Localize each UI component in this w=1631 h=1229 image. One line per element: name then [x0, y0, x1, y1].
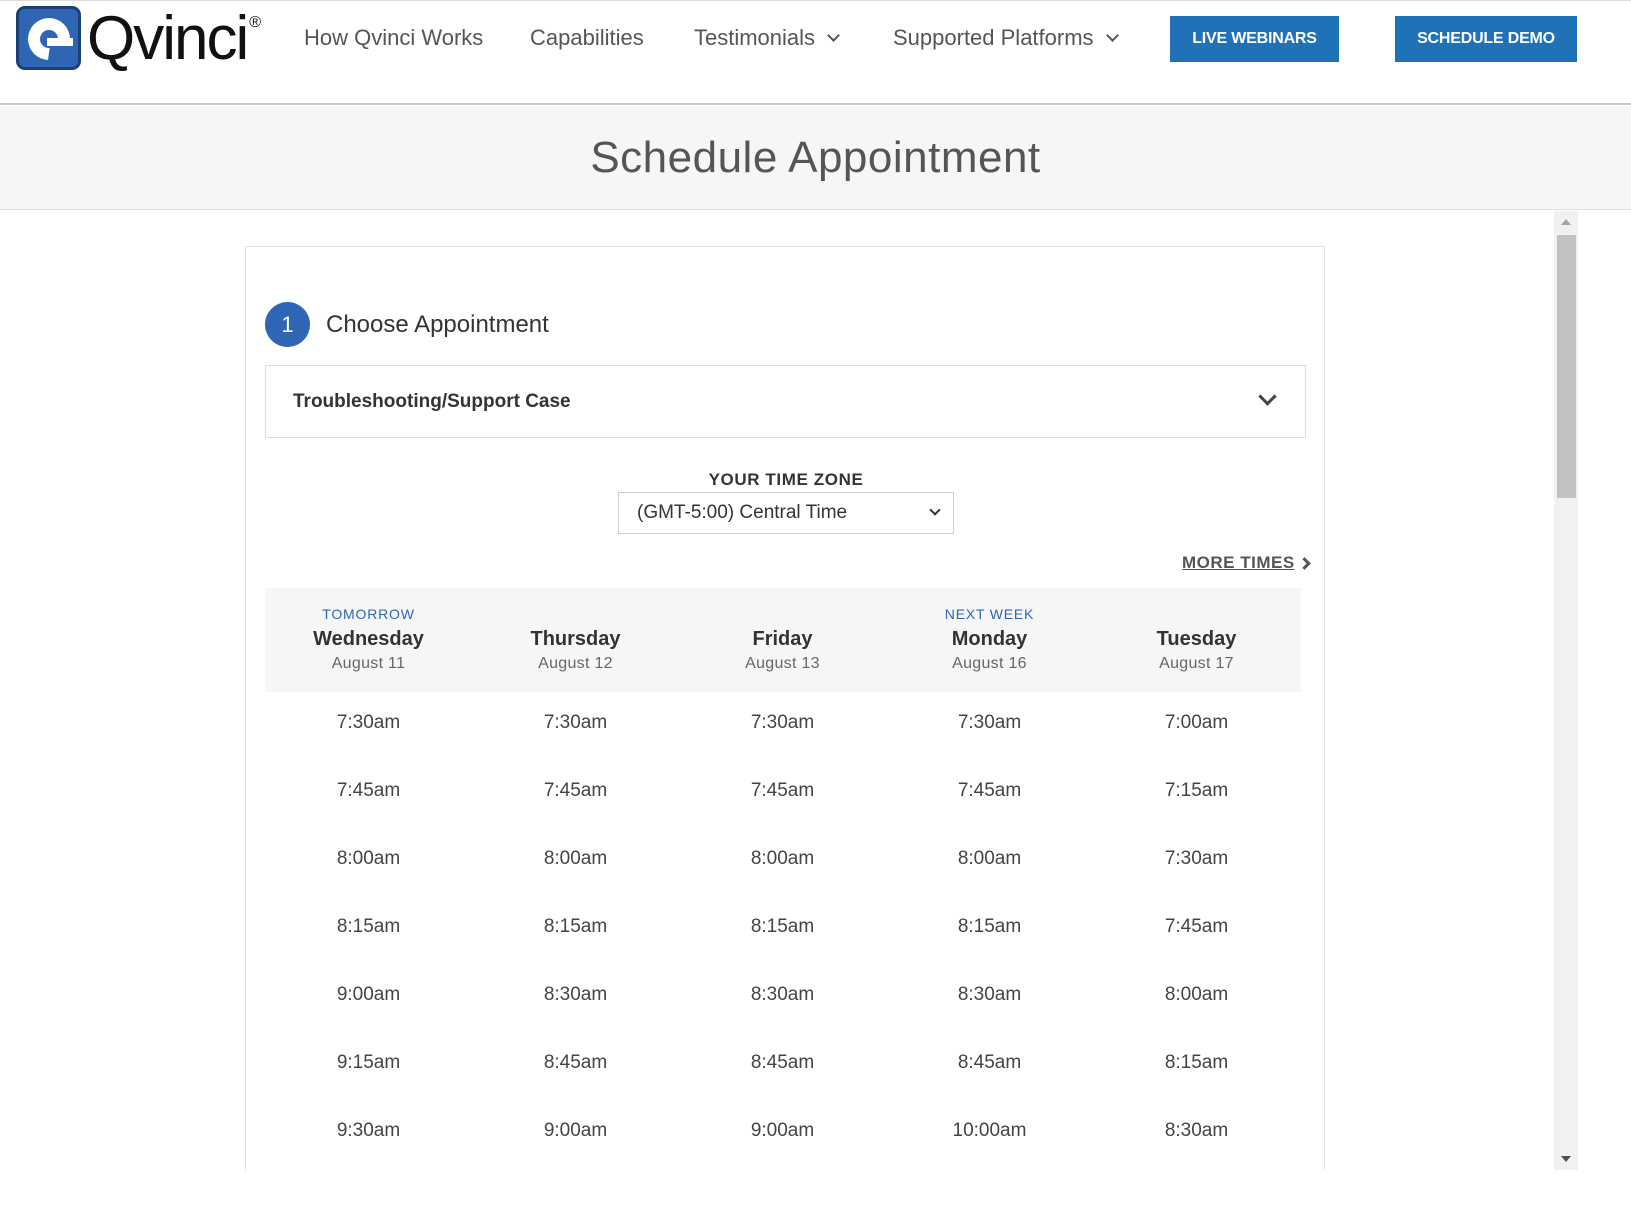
day-name: Wednesday: [313, 628, 424, 650]
time-slot-button[interactable]: 7:30am: [1093, 848, 1300, 870]
time-slot-button[interactable]: 7:45am: [679, 780, 886, 802]
time-slot-button[interactable]: 8:30am: [1093, 1120, 1300, 1142]
time-slot-button[interactable]: 8:30am: [472, 984, 679, 1006]
step-header: 1 Choose Appointment: [265, 302, 549, 347]
step-label: Choose Appointment: [326, 310, 549, 338]
nav-label: How Qvinci Works: [304, 25, 484, 50]
day-date: August 17: [1159, 655, 1234, 672]
chevron-down-icon: [929, 504, 941, 516]
day-tag: NEXT WEEK: [944, 606, 1035, 622]
scroll-down-arrow-icon[interactable]: [1561, 1156, 1571, 1162]
more-times-link[interactable]: MORE TIMES: [1182, 553, 1311, 573]
nav-label: Capabilities: [530, 25, 644, 50]
day-column-header: TOMORROW Wednesday August 11: [265, 588, 472, 673]
nav-supported-platforms[interactable]: Supported Platforms: [893, 25, 1119, 51]
time-slot-button[interactable]: 7:45am: [886, 780, 1093, 802]
nav-testimonials[interactable]: Testimonials: [694, 25, 840, 51]
time-slot-button[interactable]: 9:00am: [679, 1120, 886, 1142]
scrollbar[interactable]: [1554, 211, 1578, 1170]
timezone-select[interactable]: (GMT-5:00) Central Time: [618, 492, 954, 534]
time-slot-button[interactable]: 8:00am: [679, 848, 886, 870]
chevron-right-icon: [1297, 556, 1311, 570]
time-slot-button[interactable]: 8:45am: [679, 1052, 886, 1074]
time-slot-button[interactable]: 8:45am: [886, 1052, 1093, 1074]
time-slot-button[interactable]: 7:30am: [886, 712, 1093, 734]
day-tag: [679, 606, 886, 626]
time-slot-button[interactable]: 8:00am: [1093, 984, 1300, 1006]
time-slot-button[interactable]: 8:45am: [472, 1052, 679, 1074]
day-name: Monday: [951, 628, 1028, 650]
timezone-value: (GMT-5:00) Central Time: [637, 502, 848, 523]
registered-mark: ®: [249, 14, 262, 31]
timezone-label: YOUR TIME ZONE: [708, 470, 864, 489]
chevron-down-icon: [827, 28, 840, 42]
time-slot-button[interactable]: 8:00am: [472, 848, 679, 870]
day-tag: [472, 606, 679, 626]
live-webinars-button[interactable]: LIVE WEBINARS: [1170, 16, 1339, 62]
day-tag: TOMORROW: [322, 606, 415, 622]
nav-capabilities[interactable]: Capabilities: [530, 25, 644, 51]
qvinci-logo-icon: [16, 6, 81, 70]
day-column-header: Tuesday August 17: [1093, 588, 1300, 673]
nav-how-qvinci-works[interactable]: How Qvinci Works: [304, 25, 483, 51]
nav-label: Testimonials: [694, 25, 816, 50]
page-title: Schedule Appointment: [590, 132, 1041, 182]
scroll-thumb[interactable]: [1557, 235, 1576, 498]
day-name: Friday: [752, 628, 813, 650]
day-date: August 12: [538, 655, 613, 672]
time-slot-button[interactable]: 7:30am: [265, 712, 472, 734]
time-slot-button[interactable]: 7:45am: [265, 780, 472, 802]
day-name: Tuesday: [1156, 628, 1237, 650]
time-slot-button[interactable]: 7:00am: [1093, 712, 1300, 734]
appointment-card: 1 Choose Appointment Troubleshooting/Sup…: [245, 246, 1325, 1170]
day-date: August 11: [331, 655, 406, 672]
day-name: Thursday: [530, 628, 621, 650]
time-slot-button[interactable]: 9:00am: [265, 984, 472, 1006]
schedule-demo-button[interactable]: SCHEDULE DEMO: [1395, 16, 1577, 62]
time-slot-button[interactable]: 8:15am: [472, 916, 679, 938]
site-header: Qvinci ® How Qvinci Works Capabilities T…: [0, 0, 1631, 105]
time-slot-button[interactable]: 7:45am: [472, 780, 679, 802]
time-slot-button[interactable]: 8:15am: [679, 916, 886, 938]
day-date: August 16: [952, 655, 1027, 672]
time-slot-button[interactable]: 10:00am: [886, 1120, 1093, 1142]
appointment-type-select[interactable]: Troubleshooting/Support Case: [265, 365, 1306, 438]
day-column-header: Thursday August 12: [472, 588, 679, 673]
day-header-row: TOMORROW Wednesday August 11 Thursday Au…: [265, 588, 1301, 692]
day-column-header: NEXT WEEK Monday August 16: [886, 588, 1093, 673]
time-slot-button[interactable]: 9:30am: [265, 1120, 472, 1142]
logo-wordmark: Qvinci: [87, 4, 249, 73]
time-slot-button[interactable]: 9:00am: [472, 1120, 679, 1142]
step-number-badge: 1: [265, 302, 310, 347]
time-slot-button[interactable]: 7:30am: [679, 712, 886, 734]
scroll-up-arrow-icon[interactable]: [1561, 219, 1571, 225]
time-slot-button[interactable]: 8:15am: [1093, 1052, 1300, 1074]
chevron-down-icon: [1258, 387, 1277, 406]
time-slot-button[interactable]: 9:15am: [265, 1052, 472, 1074]
day-column-header: Friday August 13: [679, 588, 886, 673]
more-times-label: MORE TIMES: [1182, 553, 1295, 572]
qvinci-logo[interactable]: Qvinci ®: [16, 6, 261, 72]
time-slot-button[interactable]: 8:15am: [886, 916, 1093, 938]
day-date: August 13: [745, 655, 820, 672]
nav-label: Supported Platforms: [893, 25, 1094, 50]
time-slot-button[interactable]: 8:30am: [679, 984, 886, 1006]
chevron-down-icon: [1105, 28, 1119, 42]
time-slot-button[interactable]: 7:30am: [472, 712, 679, 734]
day-tag: [1093, 606, 1300, 626]
time-slot-button[interactable]: 8:30am: [886, 984, 1093, 1006]
page-title-band: Schedule Appointment: [0, 106, 1631, 210]
time-slot-button[interactable]: 8:00am: [265, 848, 472, 870]
time-slot-button[interactable]: 7:15am: [1093, 780, 1300, 802]
time-slot-button[interactable]: 8:00am: [886, 848, 1093, 870]
time-slot-button[interactable]: 7:45am: [1093, 916, 1300, 938]
time-slot-button[interactable]: 8:15am: [265, 916, 472, 938]
appointment-type-value: Troubleshooting/Support Case: [293, 390, 571, 412]
